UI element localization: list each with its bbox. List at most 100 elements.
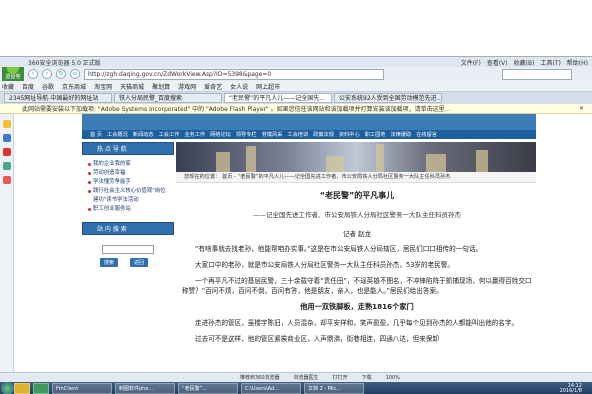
browser-window: 遗留卷 360安全浏览器 5.0 正式版 文件(F) 查看(V) 收藏(B) 工… bbox=[0, 56, 592, 394]
close-icon[interactable]: ✕ bbox=[579, 105, 592, 112]
addon-notice-bar[interactable]: 此网站需要安装以下加载项: "Adobe Systems Incorporate… bbox=[0, 104, 592, 114]
star-icon[interactable] bbox=[3, 120, 11, 128]
city-banner-image bbox=[176, 142, 536, 172]
menu-favorites[interactable]: 收藏(B) bbox=[514, 58, 535, 67]
tab-article[interactable]: “老民警”的平凡人儿——记全国先... bbox=[224, 93, 332, 103]
browser-icon[interactable] bbox=[33, 383, 49, 394]
refresh-button[interactable]: ↻ bbox=[56, 69, 66, 79]
tab-strip: 2345网址导航-中国最好的网址站 铁人分局民警_百度搜索 “老民警”的平凡人儿… bbox=[0, 92, 592, 104]
address-toolbar: ‹ › ↻ ⌂ http://zgh.daqing.gov.cn/ZdWorkV… bbox=[0, 67, 592, 81]
article-author: 记者 赵龙 bbox=[342, 230, 372, 238]
nav-item[interactable]: 领导专栏 bbox=[236, 131, 257, 138]
task-fmclient[interactable]: FmClient bbox=[52, 383, 112, 394]
window-title: 360安全浏览器 5.0 正式版 bbox=[28, 59, 101, 67]
article-body: “老民警”的平凡事儿 ——记全国先进工作者、市公安局铁人分局社区警务一大队主任科… bbox=[182, 186, 532, 344]
page-sidebar: 热 点 导 航 我的企业我的家 劳动创造幸福 学法懂劳争能手 践行社会主义核心价… bbox=[82, 142, 174, 372]
fav-item[interactable]: 游戏网 bbox=[178, 82, 196, 91]
breadcrumb: 您现在的位置： 首页 - “老民警”的平凡人儿——记全国先进工作者、市公安局铁人… bbox=[176, 172, 536, 183]
favorites-bar: 收藏 百度 谷歌 京东商城 淘宝网 天猫商城 聚划算 游戏网 爱奇艺 女人说 网… bbox=[0, 81, 592, 92]
site-search-input[interactable] bbox=[102, 245, 154, 254]
sidebar-link[interactable]: 践行社会主义核心价值观"岗位建功"读书学法活动 bbox=[88, 187, 170, 205]
nav-item[interactable]: 在线留言 bbox=[416, 131, 437, 138]
fav-item[interactable]: 天猫商城 bbox=[120, 82, 144, 91]
nav-item[interactable]: 工会培训 bbox=[287, 131, 308, 138]
title-bar: 360安全浏览器 5.0 正式版 文件(F) 查看(V) 收藏(B) 工具(T)… bbox=[0, 57, 592, 67]
home-button[interactable]: ⌂ bbox=[70, 69, 80, 79]
sidebar-link[interactable]: 职工创业服务站 bbox=[88, 205, 170, 214]
taskbar: FmClient 制图软件pho... “老民警”... C:\Users\Ad… bbox=[0, 382, 592, 394]
nav-item[interactable]: 劳模风采 bbox=[262, 131, 283, 138]
tab-baidu-search[interactable]: 铁人分局民警_百度搜索 bbox=[114, 93, 222, 103]
menu-view[interactable]: 查看(V) bbox=[487, 58, 508, 67]
email-icon[interactable] bbox=[3, 134, 11, 142]
nav-item[interactable]: 工会工作 bbox=[159, 131, 180, 138]
tab-police[interactable]: 公安系统92人受到全国劳动模范先进... bbox=[334, 93, 442, 103]
article-paragraph: “有啥事就去找老孙，他能帮咱办实事。”这是在市公安局铁人分局辖区，居民们口口相传… bbox=[195, 245, 483, 253]
fav-item[interactable]: 收藏 bbox=[2, 82, 14, 91]
article-title: “老民警”的平凡事儿 bbox=[319, 191, 395, 200]
ie-icon[interactable] bbox=[14, 383, 30, 394]
article-subtitle: ——记全国先进工作者、市公安局铁人分局社区警务一大队主任科员孙杰 bbox=[253, 211, 461, 219]
search-button[interactable]: 搜索 bbox=[100, 258, 119, 267]
menu-tools[interactable]: 工具(T) bbox=[540, 58, 560, 67]
menu-file[interactable]: 文件(F) bbox=[461, 58, 481, 67]
system-clock[interactable]: 14:12 2016/1/8 bbox=[559, 383, 592, 394]
task-browser[interactable]: “老民警”... bbox=[178, 383, 238, 394]
status-item[interactable]: 浏览器医生 bbox=[294, 374, 319, 381]
zoom-level[interactable]: 100% bbox=[386, 375, 400, 381]
status-bar: 推荐到360浏览器 浏览器医生 打打开 下载 100% bbox=[0, 372, 592, 382]
weibo-icon[interactable] bbox=[3, 148, 11, 156]
forward-button[interactable]: › bbox=[42, 69, 52, 79]
article-paragraph: 一个再平凡不过的基层民警，三十余载守着“责任田”，不逞英雄不图名，不冲锋陷阵于抓… bbox=[182, 277, 532, 295]
nav-item[interactable]: 新闻动态 bbox=[133, 131, 154, 138]
menu-help[interactable]: 帮助(H) bbox=[567, 58, 588, 67]
tab-2345[interactable]: 2345网址导航-中国最好的网址站 bbox=[4, 93, 112, 103]
sidebar-link[interactable]: 劳动创造幸福 bbox=[88, 169, 170, 178]
fav-item[interactable]: 淘宝网 bbox=[94, 82, 112, 91]
fav-item[interactable]: 女人说 bbox=[230, 82, 248, 91]
site-header bbox=[82, 114, 536, 130]
start-button[interactable] bbox=[1, 382, 14, 394]
task-word[interactable]: 文档 2 - Mic... bbox=[304, 383, 364, 394]
blank-top-area bbox=[0, 0, 592, 56]
fav-item[interactable]: 聚划算 bbox=[152, 82, 170, 91]
fav-item[interactable]: 网上超市 bbox=[256, 82, 280, 91]
back-button[interactable]: ‹ bbox=[28, 69, 38, 79]
site-search-title: 站 内 搜 索 bbox=[82, 222, 174, 235]
search-input[interactable] bbox=[502, 68, 572, 80]
return-button[interactable]: 返回 bbox=[130, 258, 149, 267]
sidebar-link[interactable]: 我的企业我的家 bbox=[88, 160, 170, 169]
sidebar-title: 热 点 导 航 bbox=[82, 142, 174, 155]
nav-item[interactable]: 业务工作 bbox=[184, 131, 205, 138]
nav-item[interactable]: 网络论坛 bbox=[210, 131, 231, 138]
article-heading: 他用一双铁脚板，走熟1816个家门 bbox=[300, 302, 414, 311]
fav-item[interactable]: 爱奇艺 bbox=[204, 82, 222, 91]
side-toolbar bbox=[0, 114, 14, 372]
game-icon[interactable] bbox=[3, 176, 11, 184]
nav-item[interactable]: 首 页 bbox=[90, 131, 102, 138]
status-item[interactable]: 下载 bbox=[362, 374, 372, 381]
web-page: 首 页 工会概况 新闻动态 工会工作 业务工作 网络论坛 领导专栏 劳模风采 工… bbox=[14, 114, 592, 372]
fav-item[interactable]: 京东商城 bbox=[62, 82, 86, 91]
clock-date: 2016/1/8 bbox=[559, 387, 582, 394]
fav-item[interactable]: 百度 bbox=[22, 82, 34, 91]
task-explorer[interactable]: C:\Users\Ad... bbox=[241, 383, 301, 394]
sidebar-link[interactable]: 学法懂劳争能手 bbox=[88, 178, 170, 187]
nav-item[interactable]: 资料中心 bbox=[339, 131, 360, 138]
nav-item[interactable]: 法律援助 bbox=[390, 131, 411, 138]
fav-item[interactable]: 谷歌 bbox=[42, 82, 54, 91]
notice-text: 此网站需要安装以下加载项: "Adobe Systems Incorporate… bbox=[22, 106, 451, 113]
sidebar-list: 我的企业我的家 劳动创造幸福 学法懂劳争能手 践行社会主义核心价值观"岗位建功"… bbox=[82, 155, 174, 214]
nav-item[interactable]: 工会概况 bbox=[107, 131, 128, 138]
task-photoshop[interactable]: 制图软件pho... bbox=[115, 383, 175, 394]
app-icon[interactable] bbox=[3, 162, 11, 170]
nav-item[interactable]: 职工园地 bbox=[365, 131, 386, 138]
article-paragraph: 大家口中的老孙，就是市公安局铁人分局社区警务一大队主任科员孙杰，53岁的老民警。 bbox=[195, 261, 454, 269]
status-item[interactable]: 打打开 bbox=[333, 374, 348, 381]
nav-item[interactable]: 政策法规 bbox=[313, 131, 334, 138]
address-input[interactable]: http://zgh.daqing.gov.cn/ZdWorkView.Asp?… bbox=[84, 68, 384, 80]
article-paragraph: 走进孙杰的管区，虽楼宇陈旧，人员混杂，却平安祥和，笑声盈盈，几乎每个见到孙杰的人… bbox=[195, 319, 519, 327]
status-item[interactable]: 推荐到360浏览器 bbox=[240, 374, 280, 381]
menu-bar: 文件(F) 查看(V) 收藏(B) 工具(T) 帮助(H) bbox=[461, 58, 592, 67]
article-paragraph: 过去可不是这样，他的管区紧挨商业区，人声鼎沸，街巷相连，四通八达，但来保卸 bbox=[195, 335, 439, 343]
